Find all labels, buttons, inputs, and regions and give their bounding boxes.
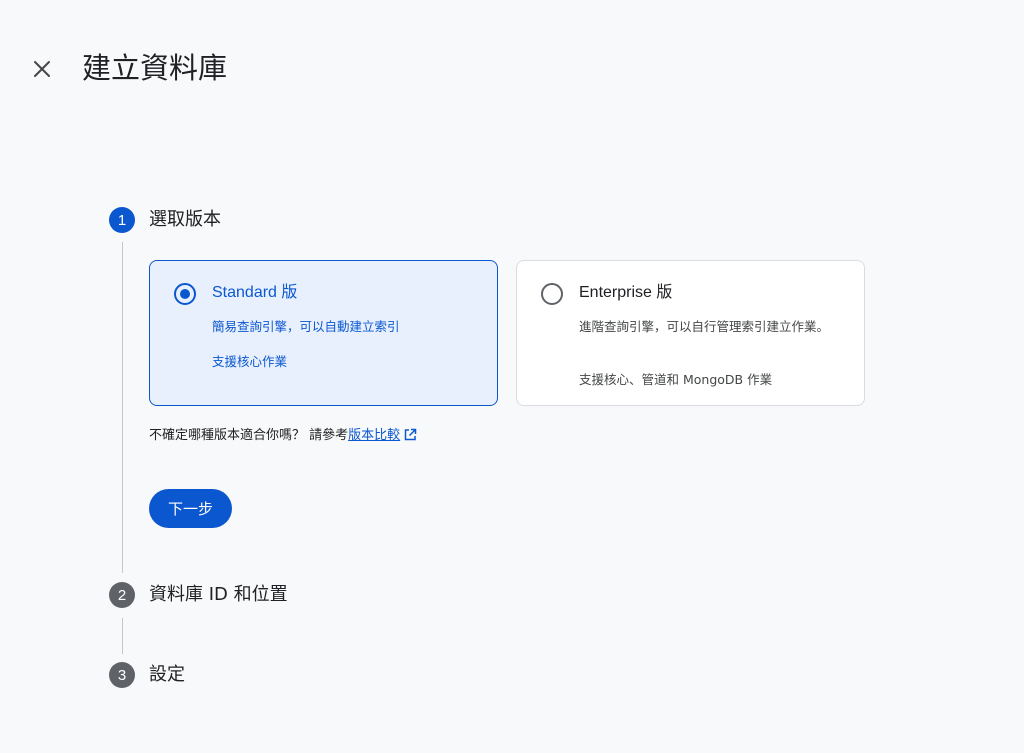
step-connector xyxy=(122,242,123,573)
enterprise-edition-radio[interactable] xyxy=(541,283,563,305)
card-description: 簡易查詢引擎，可以自動建立索引 xyxy=(212,319,400,334)
step-3-number: 3 xyxy=(109,662,135,688)
card-description: 進階查詢引擎，可以自行管理索引建立作業。 xyxy=(579,319,830,334)
card-feature: 支援核心作業 xyxy=(212,354,288,369)
step-3-label[interactable]: 設定 xyxy=(149,662,185,688)
next-button[interactable]: 下一步 xyxy=(149,489,232,528)
hint-text: 不確定哪種版本適合你嗎？ 請參考 xyxy=(149,428,349,443)
close-icon xyxy=(34,61,50,77)
standard-edition-card[interactable]: Standard 版 簡易查詢引擎，可以自動建立索引 支援核心作業 xyxy=(149,260,498,406)
card-title: Standard 版 xyxy=(212,284,298,301)
step-1-label: 選取版本 xyxy=(149,209,221,230)
card-feature: 支援核心、管道和 MongoDB 作業 xyxy=(579,372,773,387)
enterprise-edition-card[interactable]: Enterprise 版 進階查詢引擎，可以自行管理索引建立作業。 支援核心、管… xyxy=(516,260,865,406)
close-button[interactable] xyxy=(28,55,56,83)
step-2-label[interactable]: 資料庫 ID 和位置 xyxy=(149,582,288,608)
step-1-number: 1 xyxy=(109,207,135,233)
card-title: Enterprise 版 xyxy=(579,284,673,301)
page-title: 建立資料庫 xyxy=(82,51,228,85)
step-connector xyxy=(122,618,123,654)
step-2-number: 2 xyxy=(109,582,135,608)
standard-edition-radio[interactable] xyxy=(174,283,196,305)
open-in-new-icon[interactable] xyxy=(403,428,417,442)
edition-comparison-link[interactable]: 版本比較 xyxy=(348,428,400,443)
edition-hint: 不確定哪種版本適合你嗎？ 請參考版本比較 xyxy=(149,426,417,446)
